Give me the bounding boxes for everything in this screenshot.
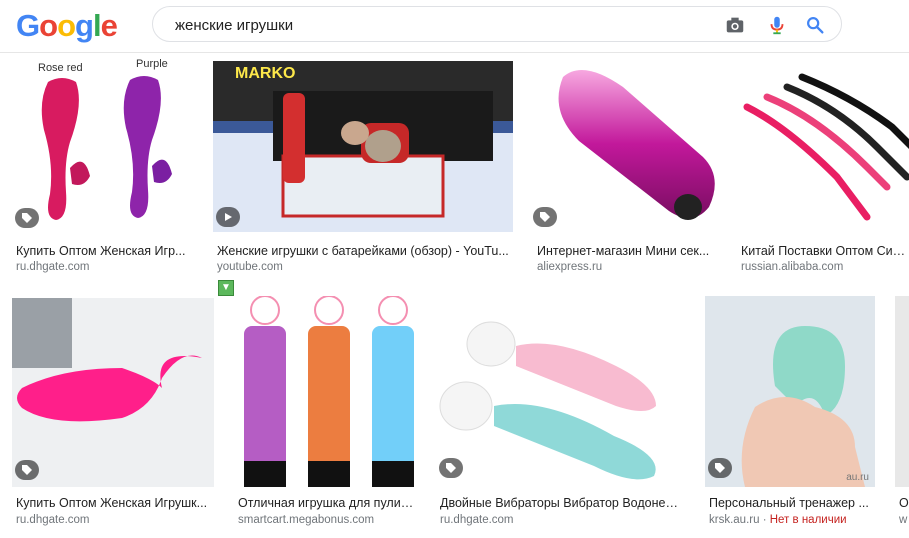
- result-thumbnail[interactable]: au.ru: [705, 296, 875, 487]
- product-image: [439, 321, 656, 480]
- product-tag-icon: [708, 458, 732, 478]
- video-watermark: MARKO: [235, 65, 296, 82]
- result-source: smartcart.megabonus.com: [238, 514, 375, 526]
- search-input[interactable]: [173, 14, 697, 36]
- video-frame-image: [213, 91, 513, 232]
- product-tag-icon: [439, 458, 463, 478]
- result-thumbnail[interactable]: [436, 296, 685, 487]
- logo-letter: g: [75, 8, 94, 43]
- google-logo[interactable]: Google: [16, 8, 118, 44]
- product-image: [558, 69, 715, 220]
- result-thumbnail[interactable]: [737, 57, 909, 234]
- product-image: [41, 76, 172, 220]
- logo-letter: l: [92, 8, 102, 43]
- header-bar: Google: [0, 0, 909, 53]
- availability-status: Нет в наличии: [769, 514, 847, 526]
- result-source: ru.dhgate.com: [16, 514, 90, 526]
- result-source: krsk.au.ru · Нет в наличии: [709, 514, 873, 526]
- result-source: w: [899, 514, 908, 526]
- result-source: aliexpress.ru: [537, 261, 603, 273]
- result-caption[interactable]: Отличная игрушка для пули,...: [238, 496, 414, 510]
- play-icon: [216, 207, 240, 227]
- source-domain: krsk.au.ru: [709, 514, 760, 526]
- product-image: [741, 326, 865, 487]
- search-icon[interactable]: [804, 14, 826, 36]
- image-watermark: au.ru: [846, 472, 869, 483]
- logo-letter: o: [57, 8, 76, 43]
- result-caption[interactable]: Купить Оптом Женская Игр...: [16, 244, 188, 258]
- product-tag-icon: [533, 207, 557, 227]
- camera-icon[interactable]: [724, 14, 746, 36]
- result-caption[interactable]: Женские игрушки с батарейками (обзор) - …: [217, 244, 509, 258]
- result-caption[interactable]: Интернет-магазин Мини сек...: [537, 244, 713, 258]
- download-icon[interactable]: ▼: [218, 280, 234, 296]
- result-thumbnail[interactable]: [533, 57, 717, 234]
- result-thumbnail[interactable]: Rose red Purple: [12, 58, 193, 234]
- result-source: ru.dhgate.com: [16, 261, 90, 273]
- product-tag-icon: [15, 208, 39, 228]
- logo-letter: e: [100, 8, 118, 43]
- result-source: russian.alibaba.com: [741, 261, 844, 273]
- logo-letter: G: [16, 8, 40, 43]
- result-caption[interactable]: О: [899, 496, 909, 510]
- product-tag-icon: [15, 460, 39, 480]
- result-thumbnail[interactable]: [895, 296, 909, 487]
- result-caption[interactable]: Купить Оптом Женская Игрушк...: [16, 496, 212, 510]
- product-image: [743, 73, 909, 221]
- logo-letter: o: [39, 8, 58, 43]
- result-caption[interactable]: Двойные Вибраторы Вибратор Водонеп...: [440, 496, 681, 510]
- source-separator: ·: [759, 514, 770, 526]
- result-caption[interactable]: Персональный тренажер ...: [709, 496, 873, 510]
- result-source: ru.dhgate.com: [440, 514, 514, 526]
- result-caption[interactable]: Китай Поставки Оптом Сили...: [741, 244, 909, 258]
- microphone-icon[interactable]: [766, 14, 788, 36]
- result-thumbnail[interactable]: [12, 298, 214, 487]
- result-source: youtube.com: [217, 261, 283, 273]
- search-box[interactable]: [152, 6, 842, 42]
- result-thumbnail[interactable]: MARKO: [213, 61, 513, 232]
- product-image: [12, 298, 202, 422]
- product-image: [244, 296, 414, 487]
- result-thumbnail[interactable]: [234, 296, 418, 487]
